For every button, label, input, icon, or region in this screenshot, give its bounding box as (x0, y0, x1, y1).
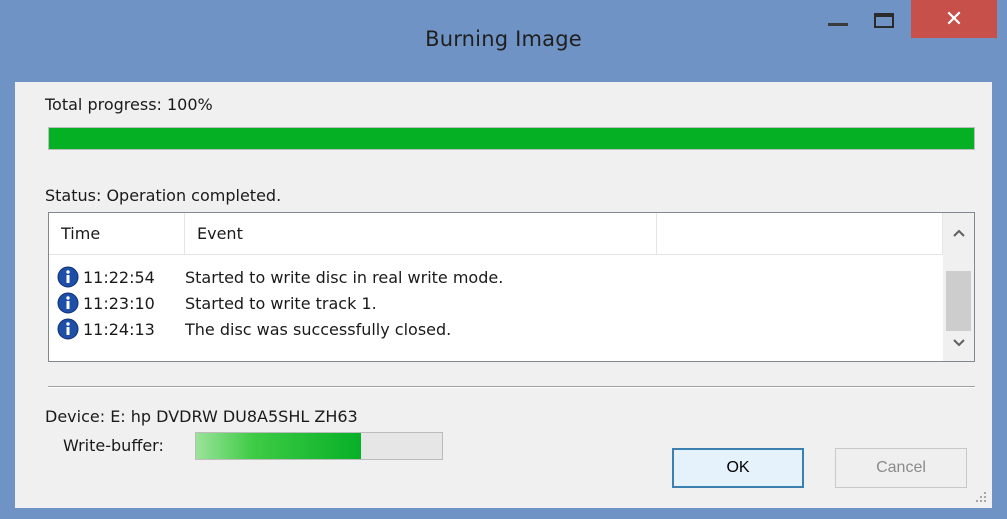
close-button[interactable]: ✕ (911, 0, 997, 38)
title-bar[interactable]: Burning Image ✕ (0, 0, 1007, 82)
total-progress-label: Total progress: 100% (45, 95, 213, 114)
vertical-scrollbar[interactable] (943, 213, 974, 361)
list-item[interactable]: 11:22:54 Started to write disc in real w… (49, 264, 943, 290)
cancel-button[interactable]: Cancel (835, 448, 967, 488)
info-icon (57, 266, 79, 288)
info-icon (57, 318, 79, 340)
list-item[interactable]: 11:23:10 Started to write track 1. (49, 290, 943, 316)
info-icon (57, 292, 79, 314)
event-log-list[interactable]: Time Event 11:22:54 Started to write dis… (48, 212, 975, 362)
burning-image-window: Burning Image ✕ Total progress: 100% Sta… (0, 0, 1007, 519)
write-buffer-fill (196, 433, 361, 459)
event-time: 11:23:10 (83, 293, 155, 313)
column-header-event[interactable]: Event (185, 213, 657, 254)
write-buffer-bar (195, 432, 443, 460)
dialog-client-area: Total progress: 100% Status: Operation c… (15, 82, 992, 508)
chevron-up-icon (952, 229, 965, 237)
total-progress-bar (48, 127, 975, 150)
ok-button[interactable]: OK (672, 448, 804, 488)
scrollbar-thumb[interactable] (946, 271, 971, 331)
scroll-up-button[interactable] (943, 215, 974, 251)
scroll-down-button[interactable] (943, 325, 974, 361)
divider (48, 386, 975, 388)
resize-grip-icon[interactable] (974, 490, 988, 504)
event-time: 11:22:54 (83, 267, 155, 287)
write-buffer-label: Write-buffer: (63, 436, 164, 455)
chevron-down-icon (952, 339, 965, 347)
event-text: Started to write track 1. (185, 293, 377, 313)
maximize-icon (874, 12, 894, 28)
event-text: The disc was successfully closed. (185, 319, 452, 339)
list-header: Time Event (49, 213, 943, 255)
minimize-button[interactable] (815, 0, 861, 40)
event-time: 11:24:13 (83, 319, 155, 339)
minimize-icon (828, 22, 848, 26)
device-label: Device: E: hp DVDRW DU8A5SHL ZH63 (45, 407, 358, 426)
close-icon: ✕ (944, 6, 964, 32)
list-item[interactable]: 11:24:13 The disc was successfully close… (49, 316, 943, 342)
column-header-time[interactable]: Time (49, 213, 185, 254)
column-header-empty[interactable] (657, 213, 943, 254)
maximize-button[interactable] (861, 0, 907, 40)
total-progress-fill (49, 128, 974, 149)
status-label: Status: Operation completed. (45, 186, 282, 205)
event-text: Started to write disc in real write mode… (185, 267, 504, 287)
